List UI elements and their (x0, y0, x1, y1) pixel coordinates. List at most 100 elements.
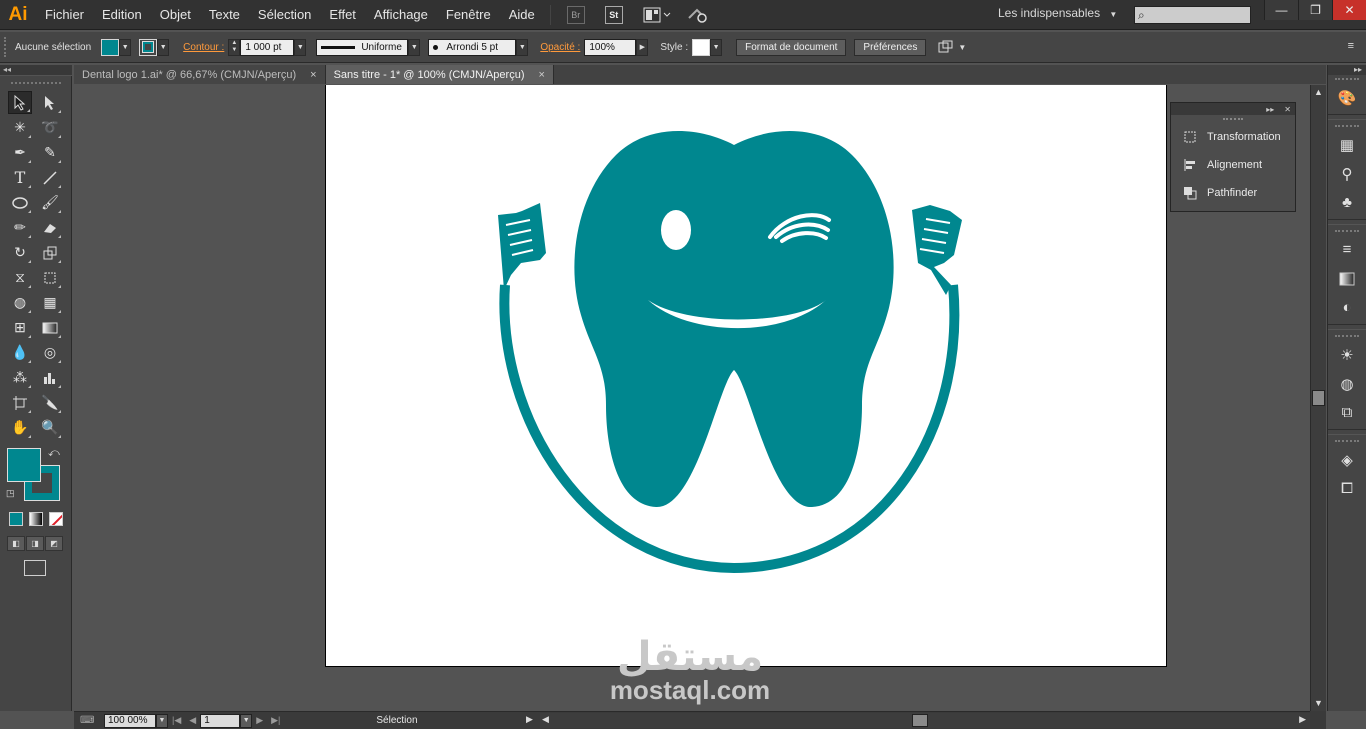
symbols-panel-icon[interactable]: ♣ (1328, 188, 1366, 217)
brushes-panel-icon[interactable]: ⚲ (1328, 159, 1366, 188)
next-artboard-icon[interactable]: ▶ (256, 715, 263, 726)
artboards-panel-icon[interactable]: ⧠ (1328, 474, 1366, 503)
dock-collapse-icon[interactable]: ▸▸ (1328, 65, 1366, 75)
scroll-down-icon[interactable]: ▼ (1314, 698, 1323, 708)
menu-objet[interactable]: Objet (151, 0, 200, 30)
zoom-field[interactable]: 100 00% (104, 713, 156, 728)
menu-effet[interactable]: Effet (320, 0, 365, 30)
fill-color-box[interactable] (7, 448, 41, 482)
horizontal-scroll-thumb[interactable] (912, 714, 928, 727)
symbol-sprayer-tool-icon[interactable]: ⁂ (8, 366, 32, 389)
perspective-grid-tool-icon[interactable]: ▦ (38, 291, 62, 314)
gradient-tool-icon[interactable] (38, 316, 62, 339)
opacity-field[interactable]: 100% (584, 38, 637, 56)
expand-icon[interactable]: ▸▸ (1266, 105, 1274, 114)
stroke-weight-stepper[interactable]: ▲ ▼ (228, 38, 241, 56)
color-panel-icon[interactable]: 🎨 (1328, 83, 1366, 112)
stroke-weight-dropdown[interactable]: ▼ (294, 38, 307, 56)
pen-tool-icon[interactable]: ✒ (8, 141, 32, 164)
appearance-panel-icon[interactable]: ☀ (1328, 340, 1366, 369)
blend-tool-icon[interactable]: ◎ (38, 341, 62, 364)
stroke-dropdown[interactable]: ▼ (157, 38, 170, 56)
curvature-tool-icon[interactable]: ✎ (38, 141, 62, 164)
scroll-right-icon[interactable]: ▶ (1299, 714, 1306, 725)
artboard[interactable] (325, 85, 1167, 667)
horizontal-scrollbar[interactable]: ◀ ▶ (540, 713, 1310, 728)
default-fill-stroke-icon[interactable]: ◳ (6, 488, 15, 499)
minimize-button[interactable]: — (1264, 0, 1298, 20)
opacity-slider-button[interactable]: ▶ (636, 38, 649, 56)
fill-swatch[interactable] (101, 38, 120, 56)
screen-mode-icon[interactable] (24, 560, 46, 576)
menu-affichage[interactable]: Affichage (365, 0, 437, 30)
style-dropdown[interactable]: ▼ (710, 38, 723, 56)
prev-artboard-icon[interactable]: ◀ (189, 715, 196, 726)
draw-inside-icon[interactable]: ◩ (45, 536, 63, 551)
magic-wand-tool-icon[interactable]: ✳ (8, 116, 32, 139)
artboard-number-field[interactable]: 1 (200, 713, 241, 728)
close-icon[interactable]: ✕ (1284, 105, 1291, 114)
ellipse-tool-icon[interactable] (8, 191, 32, 214)
type-tool-icon[interactable]: T (8, 166, 32, 189)
lasso-tool-icon[interactable]: ➰ (38, 116, 62, 139)
menu-fenetre[interactable]: Fenêtre (437, 0, 500, 30)
stroke-label[interactable]: Contour : (179, 42, 228, 53)
menu-edition[interactable]: Edition (93, 0, 151, 30)
menu-fichier[interactable]: Fichier (36, 0, 93, 30)
panel-item-transformation[interactable]: Transformation (1171, 123, 1295, 151)
panel-menu-icon[interactable]: ≡ (1348, 40, 1354, 52)
shape-builder-tool-icon[interactable]: ◍ (8, 291, 32, 314)
tools-panel-header[interactable]: ◂◂ (0, 65, 72, 75)
eyedropper-tool-icon[interactable]: 💧 (8, 341, 32, 364)
asset-export-panel-icon[interactable]: ⧉ (1328, 398, 1366, 427)
none-mode-button[interactable] (49, 512, 63, 526)
transparency-panel-icon[interactable]: ◐ (1328, 293, 1366, 322)
arrange-icon[interactable]: ▼ (938, 39, 968, 56)
gradient-panel-icon[interactable] (1328, 264, 1366, 293)
gpu-performance-icon[interactable] (687, 6, 709, 24)
stroke-panel-icon[interactable]: ≡ (1328, 235, 1366, 264)
scale-tool-icon[interactable] (38, 241, 62, 264)
control-bar-grip[interactable] (4, 37, 7, 57)
free-transform-tool-icon[interactable] (38, 266, 62, 289)
canvas-area[interactable]: مستقل mostaql.com (74, 85, 1310, 711)
close-icon[interactable]: × (310, 69, 316, 81)
menu-selection[interactable]: Sélection (249, 0, 320, 30)
gradient-mode-button[interactable] (29, 512, 43, 526)
stroke-profile-select[interactable]: Uniforme (316, 38, 409, 56)
stroke-weight-field[interactable]: 1 000 pt (240, 38, 295, 56)
arrange-documents-icon[interactable] (643, 6, 671, 24)
layers-panel-icon[interactable]: ◈ (1328, 445, 1366, 474)
stroke-swatch[interactable] (139, 38, 158, 56)
eraser-tool-icon[interactable] (38, 216, 62, 239)
width-tool-icon[interactable]: ⧖ (8, 266, 32, 289)
artboard-dropdown[interactable]: ▼ (240, 713, 253, 728)
first-artboard-icon[interactable]: |◀ (172, 715, 181, 726)
stroke-profile-dropdown[interactable]: ▼ (408, 38, 421, 56)
panel-item-pathfinder[interactable]: Pathfinder (1171, 179, 1295, 207)
panel-item-alignement[interactable]: Alignement (1171, 151, 1295, 179)
status-icon[interactable]: ⌨ (74, 715, 104, 726)
brush-dropdown[interactable]: ▼ (516, 38, 529, 56)
menu-aide[interactable]: Aide (500, 0, 544, 30)
dental-logo-artwork[interactable] (326, 85, 1168, 667)
line-tool-icon[interactable] (38, 166, 62, 189)
zoom-dropdown[interactable]: ▼ (156, 713, 168, 728)
floating-panel-header[interactable]: ▸▸ ✕ (1171, 103, 1295, 115)
draw-normal-icon[interactable]: ◧ (7, 536, 25, 551)
workspace-switcher[interactable]: Les indispensables ▼ (998, 6, 1117, 20)
graphic-styles-panel-icon[interactable]: ◍ (1328, 369, 1366, 398)
vertical-scroll-thumb[interactable] (1312, 390, 1325, 406)
mesh-tool-icon[interactable]: ⊞ (8, 316, 32, 339)
tab-sans-titre[interactable]: Sans titre - 1* @ 100% (CMJN/Aperçu) × (325, 65, 554, 84)
menu-texte[interactable]: Texte (200, 0, 249, 30)
pencil-tool-icon[interactable]: ✏ (8, 216, 32, 239)
document-setup-button[interactable]: Format de document (736, 38, 847, 56)
slice-tool-icon[interactable]: 🔪 (38, 391, 62, 414)
direct-selection-tool-icon[interactable] (38, 91, 62, 114)
scroll-up-icon[interactable]: ▲ (1314, 87, 1323, 97)
draw-behind-icon[interactable]: ◨ (26, 536, 44, 551)
hand-tool-icon[interactable]: ✋ (8, 416, 32, 439)
vertical-scrollbar[interactable]: ▲ ▼ (1310, 85, 1326, 711)
paintbrush-tool-icon[interactable]: 🖌 (38, 191, 62, 214)
